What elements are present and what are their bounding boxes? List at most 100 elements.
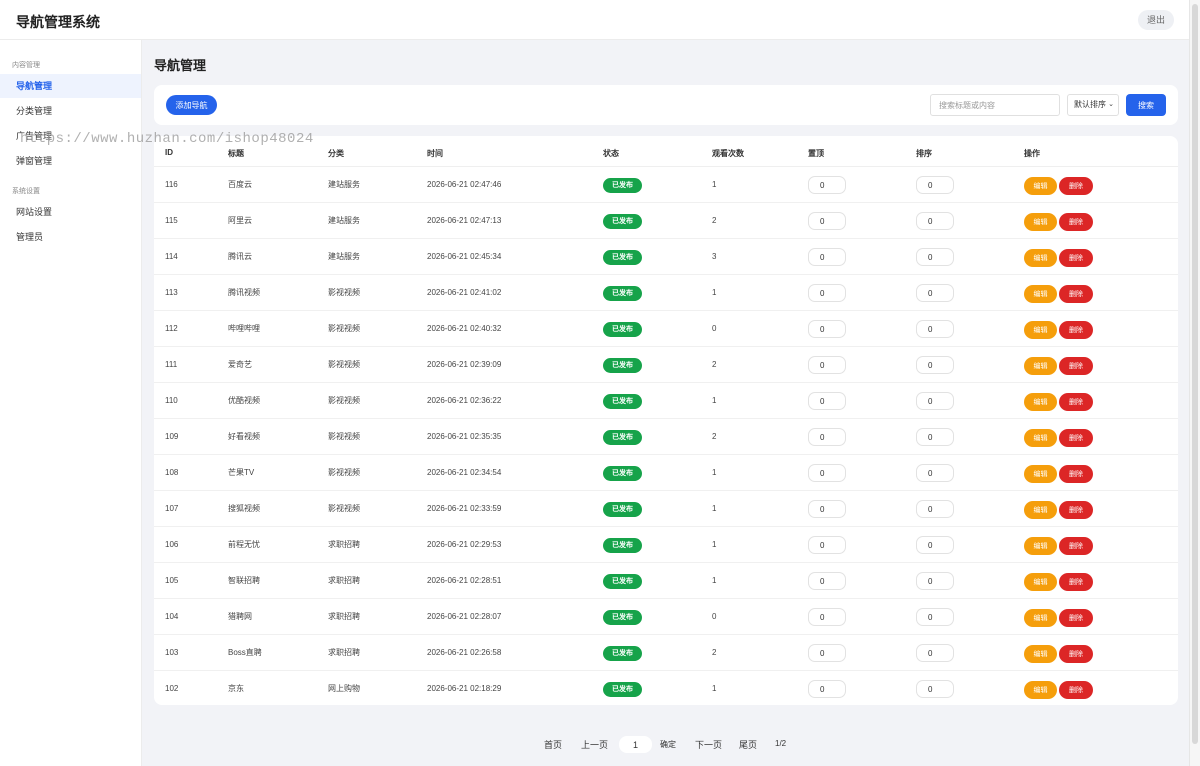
sort-input[interactable] (916, 392, 954, 410)
sort-input[interactable] (916, 284, 954, 302)
page-title: 导航管理 (154, 58, 207, 73)
table-row: 103 Boss直聘 求职招聘 2026-06-21 02:26:58 已发布 2 编辑删除 (154, 635, 1178, 671)
top-input[interactable] (808, 320, 846, 338)
top-input[interactable] (808, 284, 846, 302)
row-views: 1 (712, 504, 717, 513)
delete-button[interactable]: 删除 (1059, 321, 1093, 339)
top-input[interactable] (808, 680, 846, 698)
sort-input[interactable] (916, 572, 954, 590)
edit-button[interactable]: 编辑 (1024, 645, 1057, 663)
sort-input[interactable] (916, 320, 954, 338)
pager-first[interactable]: 首页 (544, 738, 562, 751)
sort-input[interactable] (916, 536, 954, 554)
edit-button[interactable]: 编辑 (1024, 609, 1057, 627)
sidebar-item-site-settings[interactable]: 网站设置 (0, 200, 141, 224)
status-badge: 已发布 (603, 214, 642, 229)
delete-button[interactable]: 删除 (1059, 681, 1093, 699)
row-title: 京东 (228, 684, 244, 693)
row-time: 2026-06-21 02:29:53 (427, 540, 502, 549)
search-button[interactable]: 搜索 (1126, 94, 1166, 116)
delete-button[interactable]: 删除 (1059, 501, 1093, 519)
delete-button[interactable]: 删除 (1059, 429, 1093, 447)
edit-button[interactable]: 编辑 (1024, 177, 1057, 195)
top-input[interactable] (808, 464, 846, 482)
sidebar: 内容管理 导航管理 分类管理 广告管理 弹窗管理 系统设置 网站设置 管理员 (0, 40, 142, 766)
delete-button[interactable]: 删除 (1059, 249, 1093, 267)
status-badge: 已发布 (603, 286, 642, 301)
top-header: 导航管理系统 退出 (0, 0, 1189, 40)
table-row: 112 哔哩哔哩 影视视频 2026-06-21 02:40:32 已发布 0 编辑删除 (154, 311, 1178, 347)
edit-button[interactable]: 编辑 (1024, 573, 1057, 591)
top-input[interactable] (808, 248, 846, 266)
top-input[interactable] (808, 608, 846, 626)
row-time: 2026-06-21 02:34:54 (427, 468, 502, 477)
delete-button[interactable]: 删除 (1059, 393, 1093, 411)
edit-button[interactable]: 编辑 (1024, 357, 1057, 375)
nav-table: ID 标题 分类 时间 状态 观看次数 置顶 排序 操作 116 百度云 建站服务 2… (154, 136, 1178, 705)
sort-input[interactable] (916, 680, 954, 698)
search-input[interactable] (930, 94, 1060, 116)
edit-button[interactable]: 编辑 (1024, 321, 1057, 339)
table-row: 107 搜狐视频 影视视频 2026-06-21 02:33:59 已发布 1 编辑删除 (154, 491, 1178, 527)
pager-last[interactable]: 尾页 (739, 738, 757, 751)
page-scrollbar[interactable] (1189, 0, 1200, 766)
edit-button[interactable]: 编辑 (1024, 429, 1057, 447)
sidebar-item-popup-manage[interactable]: 弹窗管理 (0, 149, 141, 173)
sort-input[interactable] (916, 500, 954, 518)
sort-input[interactable] (916, 608, 954, 626)
delete-button[interactable]: 删除 (1059, 573, 1093, 591)
status-badge: 已发布 (603, 466, 642, 481)
edit-button[interactable]: 编辑 (1024, 465, 1057, 483)
row-category: 网上购物 (328, 684, 360, 693)
pager-confirm-button[interactable]: 确定 (660, 739, 676, 750)
delete-button[interactable]: 删除 (1059, 285, 1093, 303)
delete-button[interactable]: 删除 (1059, 357, 1093, 375)
sort-select[interactable]: 默认排序 ⌄ (1067, 94, 1119, 116)
top-input[interactable] (808, 428, 846, 446)
top-input[interactable] (808, 212, 846, 230)
row-id: 113 (165, 288, 178, 297)
delete-button[interactable]: 删除 (1059, 213, 1093, 231)
logout-button[interactable]: 退出 (1138, 10, 1174, 30)
sort-input[interactable] (916, 428, 954, 446)
delete-button[interactable]: 删除 (1059, 609, 1093, 627)
row-title: 哔哩哔哩 (228, 324, 260, 333)
edit-button[interactable]: 编辑 (1024, 213, 1057, 231)
sort-input[interactable] (916, 176, 954, 194)
top-input[interactable] (808, 176, 846, 194)
top-input[interactable] (808, 536, 846, 554)
scrollbar-thumb[interactable] (1192, 4, 1198, 744)
sidebar-item-nav-manage[interactable]: 导航管理 (0, 74, 141, 98)
delete-button[interactable]: 删除 (1059, 465, 1093, 483)
edit-button[interactable]: 编辑 (1024, 393, 1057, 411)
sort-input[interactable] (916, 356, 954, 374)
table-row: 109 好看视频 影视视频 2026-06-21 02:35:35 已发布 2 编辑删除 (154, 419, 1178, 455)
top-input[interactable] (808, 356, 846, 374)
add-nav-button[interactable]: 添加导航 (166, 95, 217, 115)
sidebar-item-admins[interactable]: 管理员 (0, 225, 141, 249)
sidebar-item-category-manage[interactable]: 分类管理 (0, 99, 141, 123)
row-time: 2026-06-21 02:41:02 (427, 288, 502, 297)
pager-next[interactable]: 下一页 (695, 738, 722, 751)
top-input[interactable] (808, 500, 846, 518)
edit-button[interactable]: 编辑 (1024, 681, 1057, 699)
edit-button[interactable]: 编辑 (1024, 285, 1057, 303)
edit-button[interactable]: 编辑 (1024, 537, 1057, 555)
edit-button[interactable]: 编辑 (1024, 249, 1057, 267)
top-input[interactable] (808, 392, 846, 410)
sort-input[interactable] (916, 644, 954, 662)
delete-button[interactable]: 删除 (1059, 537, 1093, 555)
sort-input[interactable] (916, 248, 954, 266)
app-title: 导航管理系统 (16, 14, 100, 30)
pager-page-input[interactable] (619, 736, 652, 753)
sort-input[interactable] (916, 464, 954, 482)
edit-button[interactable]: 编辑 (1024, 501, 1057, 519)
top-input[interactable] (808, 644, 846, 662)
pager-prev[interactable]: 上一页 (581, 738, 608, 751)
row-category: 影视视频 (328, 432, 360, 441)
sort-input[interactable] (916, 212, 954, 230)
status-badge: 已发布 (603, 646, 642, 661)
top-input[interactable] (808, 572, 846, 590)
delete-button[interactable]: 删除 (1059, 177, 1093, 195)
delete-button[interactable]: 删除 (1059, 645, 1093, 663)
